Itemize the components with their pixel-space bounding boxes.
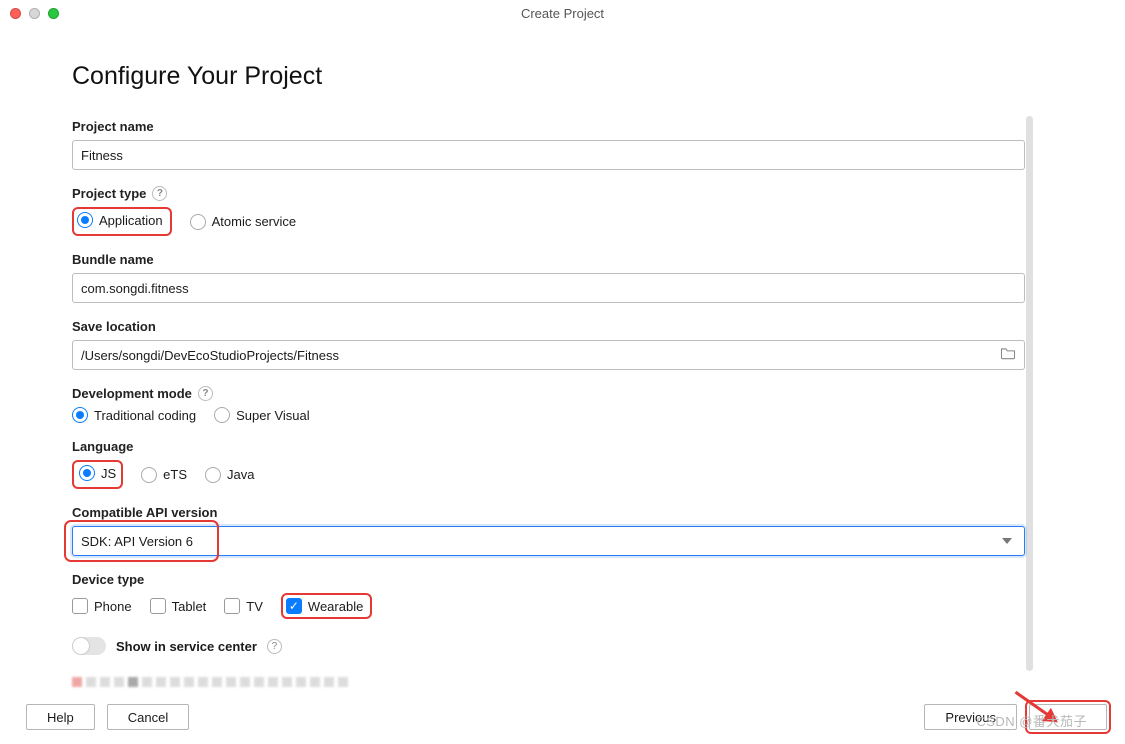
radio-application[interactable]: Application — [77, 212, 163, 228]
radio-label: Application — [99, 213, 163, 228]
checkbox-icon — [224, 598, 240, 614]
check-label: TV — [246, 599, 263, 614]
label-project-type: Project type ? — [72, 186, 1025, 201]
check-wearable[interactable]: ✓ Wearable — [286, 598, 363, 614]
show-in-service-center-row: Show in service center ? — [72, 637, 1025, 655]
select-value: SDK: API Version 6 — [81, 534, 193, 549]
checkbox-icon: ✓ — [286, 598, 302, 614]
help-icon[interactable]: ? — [152, 186, 167, 201]
project-type-group: Application Atomic service — [72, 207, 1025, 236]
label-project-name: Project name — [72, 119, 1025, 134]
window-title: Create Project — [521, 6, 604, 21]
radio-label: Traditional coding — [94, 408, 196, 423]
highlight-wearable: ✓ Wearable — [281, 593, 372, 619]
radio-js[interactable]: JS — [79, 465, 116, 481]
radio-traditional[interactable]: Traditional coding — [72, 407, 196, 423]
radio-java[interactable]: Java — [205, 467, 254, 483]
content-area: Configure Your Project Project name Fitn… — [72, 62, 1025, 687]
previous-button[interactable]: Previous — [924, 704, 1017, 730]
radio-dot-icon — [214, 407, 230, 423]
radio-dot-icon — [77, 212, 93, 228]
check-label: Wearable — [308, 599, 363, 614]
footer: Help Cancel Previous Finish — [26, 704, 1107, 730]
radio-ets[interactable]: eTS — [141, 467, 187, 483]
label-save-location: Save location — [72, 319, 1025, 334]
radio-label: Java — [227, 467, 254, 482]
label-text: Project type — [72, 186, 146, 201]
check-phone[interactable]: Phone — [72, 598, 132, 614]
chevron-down-icon — [1002, 538, 1012, 544]
cancel-button[interactable]: Cancel — [107, 704, 189, 730]
radio-label: JS — [101, 466, 116, 481]
scrollbar-vertical[interactable] — [1026, 116, 1033, 671]
radio-label: Super Visual — [236, 408, 309, 423]
label-text: Development mode — [72, 386, 192, 401]
check-tablet[interactable]: Tablet — [150, 598, 207, 614]
minimize-window-icon[interactable] — [29, 8, 40, 19]
label-device-type: Device type — [72, 572, 1025, 587]
titlebar: Create Project — [0, 0, 1125, 28]
radio-dot-icon — [79, 465, 95, 481]
show-center-label: Show in service center — [116, 639, 257, 654]
save-location-input[interactable]: /Users/songdi/DevEcoStudioProjects/Fitne… — [72, 340, 1025, 370]
language-group: JS eTS Java — [72, 460, 1025, 489]
save-location-text: /Users/songdi/DevEcoStudioProjects/Fitne… — [81, 348, 339, 363]
highlight-js: JS — [72, 460, 123, 489]
radio-dot-icon — [72, 407, 88, 423]
page-title: Configure Your Project — [72, 62, 1025, 91]
radio-label: Atomic service — [212, 214, 297, 229]
close-window-icon[interactable] — [10, 8, 21, 19]
label-language: Language — [72, 439, 1025, 454]
api-version-select[interactable]: SDK: API Version 6 — [72, 526, 1025, 556]
check-label: Tablet — [172, 599, 207, 614]
maximize-window-icon[interactable] — [48, 8, 59, 19]
project-name-input[interactable]: Fitness — [72, 140, 1025, 170]
dev-mode-group: Traditional coding Super Visual — [72, 407, 1025, 423]
check-label: Phone — [94, 599, 132, 614]
radio-super-visual[interactable]: Super Visual — [214, 407, 309, 423]
bundle-name-input[interactable]: com.songdi.fitness — [72, 273, 1025, 303]
help-button[interactable]: Help — [26, 704, 95, 730]
browse-folder-icon[interactable] — [1000, 347, 1016, 363]
label-bundle-name: Bundle name — [72, 252, 1025, 267]
radio-label: eTS — [163, 467, 187, 482]
label-dev-mode: Development mode ? — [72, 386, 1025, 401]
help-icon[interactable]: ? — [267, 639, 282, 654]
show-center-toggle[interactable] — [72, 637, 106, 655]
label-api: Compatible API version — [72, 505, 1025, 520]
highlight-application: Application — [72, 207, 172, 236]
radio-atomic-service[interactable]: Atomic service — [190, 214, 297, 230]
checkbox-icon — [72, 598, 88, 614]
help-icon[interactable]: ? — [198, 386, 213, 401]
checkbox-icon — [150, 598, 166, 614]
blurred-region — [72, 677, 1025, 687]
traffic-lights — [10, 8, 59, 19]
check-tv[interactable]: TV — [224, 598, 263, 614]
device-type-group: Phone Tablet TV ✓ Wearable — [72, 593, 1025, 619]
radio-dot-icon — [205, 467, 221, 483]
radio-dot-icon — [190, 214, 206, 230]
radio-dot-icon — [141, 467, 157, 483]
